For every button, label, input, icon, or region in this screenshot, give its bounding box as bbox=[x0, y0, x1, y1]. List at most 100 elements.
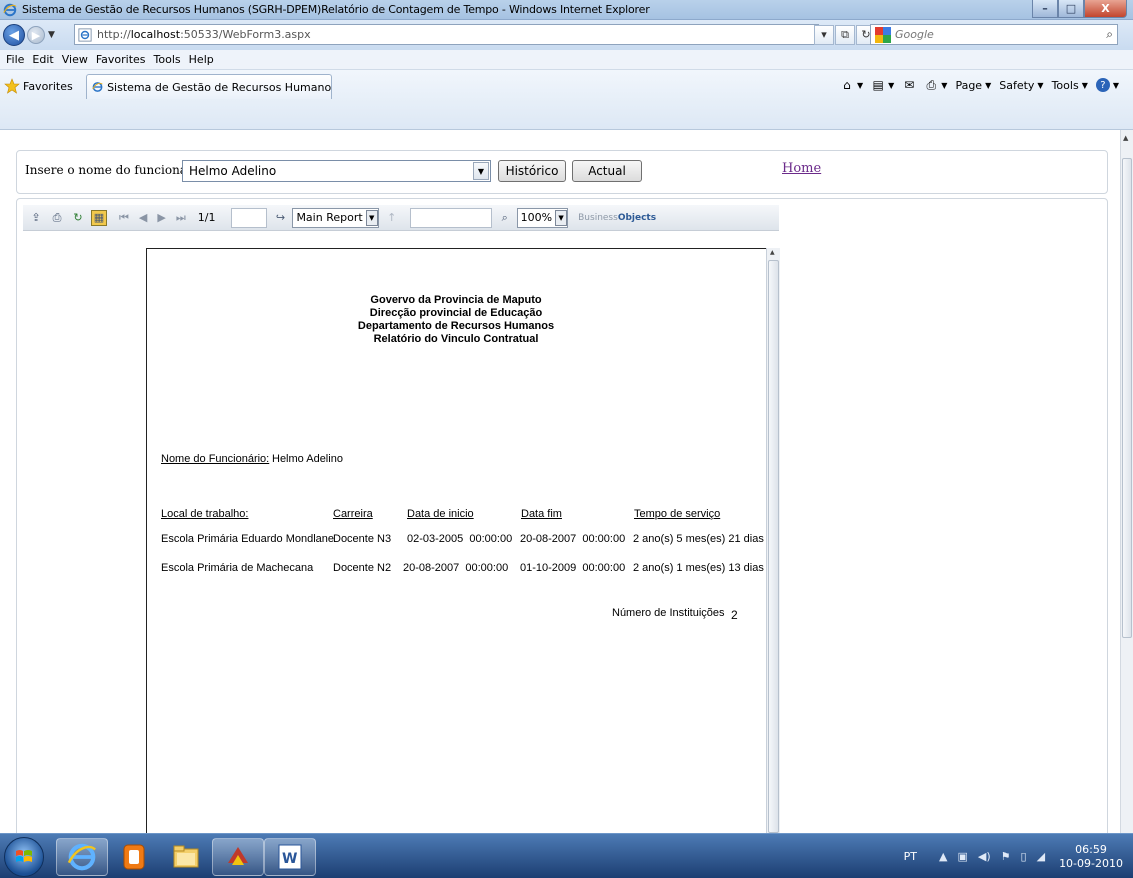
menu-help[interactable]: Help bbox=[189, 53, 214, 66]
institutions-count: 2 bbox=[731, 608, 738, 622]
home-icon: ⌂ bbox=[843, 78, 851, 92]
home-link[interactable]: Home bbox=[782, 161, 821, 176]
go-to-page-icon[interactable]: ↪ bbox=[272, 210, 288, 226]
ie-icon bbox=[3, 3, 17, 16]
show-hidden-icons-icon[interactable]: ▲ bbox=[939, 850, 947, 863]
table-cell: 20-08-2007 00:00:00 bbox=[520, 533, 626, 545]
employee-name-label: Nome do Funcionário: bbox=[161, 453, 270, 465]
volume-icon[interactable]: ◀) bbox=[978, 850, 991, 863]
minimize-button[interactable]: – bbox=[1032, 0, 1058, 18]
scroll-up-icon[interactable]: ▲ bbox=[770, 249, 775, 256]
search-box[interactable]: Google ⌕ bbox=[870, 24, 1118, 45]
window-controls: – □ X bbox=[1032, 0, 1127, 18]
taskbar-media-player[interactable] bbox=[108, 838, 160, 876]
table-cell: 20-08-2007 00:00:00 bbox=[403, 562, 509, 574]
favorites-bar: Favorites Sistema de Gestão de Recursos … bbox=[0, 70, 1133, 130]
taskbar-visual-studio[interactable] bbox=[212, 838, 264, 876]
actual-button[interactable]: Actual bbox=[572, 160, 642, 182]
network-icon[interactable]: ▣ bbox=[957, 850, 967, 863]
clock-date: 10-09-2010 bbox=[1059, 856, 1123, 870]
print-command[interactable]: ⎙ ▼ bbox=[924, 78, 947, 92]
language-indicator[interactable]: PT bbox=[904, 850, 917, 863]
scrollbar-thumb[interactable] bbox=[1122, 158, 1132, 638]
home-command[interactable]: ⌂ ▼ bbox=[840, 78, 863, 92]
taskbar-ie[interactable] bbox=[56, 838, 108, 876]
export-icon[interactable]: ⇪ bbox=[28, 210, 44, 226]
back-button[interactable]: ◀ bbox=[3, 24, 25, 46]
column-header-data-fim: Data fim bbox=[521, 508, 562, 520]
close-window-button[interactable]: X bbox=[1084, 0, 1127, 18]
column-header-tempo-servico: Tempo de serviço bbox=[634, 508, 721, 520]
group-tree-icon[interactable]: ▦ bbox=[91, 209, 107, 226]
svg-text:W: W bbox=[282, 851, 297, 867]
address-bar[interactable]: http://localhost:50533/WebForm3.aspx bbox=[74, 24, 819, 45]
ie-icon bbox=[67, 843, 96, 871]
table-cell: Docente N2 bbox=[333, 562, 392, 574]
menu-view[interactable]: View bbox=[62, 53, 88, 66]
menu-bar: File Edit View Favorites Tools Help bbox=[0, 50, 1133, 70]
menu-favorites[interactable]: Favorites bbox=[96, 53, 146, 66]
business-objects-logo: BusinessObjects bbox=[578, 212, 657, 223]
chevron-down-icon[interactable]: ▼ bbox=[555, 209, 568, 226]
clock[interactable]: 06:59 10-09-2010 bbox=[1059, 843, 1123, 871]
tab-active[interactable]: Sistema de Gestão de Recursos Humanos (S… bbox=[86, 74, 332, 99]
go-to-page-input[interactable] bbox=[231, 207, 268, 228]
find-icon[interactable]: ⌕ bbox=[497, 210, 513, 226]
table-cell: 2 ano(s) 5 mes(es) 21 dias bbox=[633, 533, 764, 545]
start-button[interactable] bbox=[4, 837, 44, 877]
windows-logo-icon bbox=[16, 850, 32, 862]
report-scrollbar-thumb[interactable] bbox=[768, 260, 779, 833]
menu-tools[interactable]: Tools bbox=[154, 53, 181, 66]
feeds-command[interactable]: ▤ ▼ bbox=[871, 78, 894, 92]
address-dropdown-icon[interactable]: ▾ bbox=[814, 24, 834, 45]
search-placeholder: Google bbox=[895, 28, 934, 41]
recent-pages-dropdown-icon[interactable]: ▼ bbox=[48, 30, 55, 40]
report-search-input[interactable] bbox=[409, 207, 492, 228]
page-navigation-icons[interactable]: ⏮◀▶⏭ bbox=[119, 211, 196, 225]
tools-menu[interactable]: Tools ▼ bbox=[1052, 79, 1088, 92]
search-icon[interactable]: ⌕ bbox=[1106, 27, 1113, 42]
battery-icon[interactable]: ▯ bbox=[1021, 850, 1027, 863]
employee-select[interactable]: Helmo Adelino ▼ bbox=[182, 160, 491, 182]
window-title: Sistema de Gestão de Recursos Humanos (S… bbox=[22, 3, 650, 16]
page-scrollbar[interactable]: ▲ bbox=[1120, 130, 1133, 833]
media-player-icon bbox=[123, 844, 145, 870]
maximize-button[interactable]: □ bbox=[1058, 0, 1084, 18]
tab-label: Sistema de Gestão de Recursos Humanos (S… bbox=[107, 80, 331, 94]
page-menu[interactable]: Page ▼ bbox=[955, 79, 991, 92]
mail-command[interactable]: ✉ bbox=[902, 78, 916, 92]
print-report-icon[interactable]: ⎙ bbox=[49, 210, 65, 226]
page-indicator: 1/1 bbox=[197, 211, 216, 224]
report-header-line: Departamento de Recursos Humanos bbox=[357, 320, 555, 332]
menu-file[interactable]: File bbox=[6, 53, 24, 66]
taskbar-word[interactable]: W bbox=[264, 838, 316, 876]
menu-edit[interactable]: Edit bbox=[32, 53, 53, 66]
favorites-button[interactable]: Favorites bbox=[4, 78, 73, 94]
column-header-carreira: Carreira bbox=[333, 508, 373, 520]
report-scrollbar[interactable]: ▲ bbox=[766, 248, 780, 833]
compatibility-view-icon[interactable]: ⧉ bbox=[835, 24, 855, 45]
table-cell: 01-10-2009 00:00:00 bbox=[520, 562, 626, 574]
favorites-label: Favorites bbox=[23, 79, 73, 93]
address-url[interactable]: http://localhost:50533/WebForm3.aspx bbox=[97, 28, 311, 41]
refresh-report-icon[interactable]: ↻ bbox=[70, 210, 86, 226]
zoom-select[interactable]: 100% ▼ bbox=[516, 207, 569, 228]
command-bar: ⌂ ▼ ▤ ▼ ✉ ⎙ ▼ Page ▼ Safety ▼ Tools ▼ ? ▼ bbox=[832, 78, 1119, 92]
chevron-down-icon[interactable]: ▼ bbox=[365, 209, 378, 226]
employee-name-value: Helmo Adelino bbox=[272, 453, 343, 465]
forward-button[interactable]: ▶ bbox=[27, 26, 45, 44]
chevron-down-icon[interactable]: ▼ bbox=[473, 162, 489, 180]
table-cell: Docente N3 bbox=[333, 533, 392, 545]
taskbar-explorer[interactable] bbox=[160, 838, 212, 876]
historico-button[interactable]: Histórico bbox=[498, 160, 566, 182]
scroll-up-icon[interactable]: ▲ bbox=[1123, 134, 1128, 142]
drill-up-icon[interactable]: ↑ bbox=[384, 210, 400, 226]
report-header-line: Govervo da Provincia de Maputo bbox=[370, 294, 542, 306]
action-center-flag-icon[interactable]: ⚑ bbox=[1001, 850, 1011, 863]
signal-icon[interactable]: ◢ bbox=[1037, 850, 1045, 863]
word-icon: W bbox=[278, 844, 302, 870]
help-command[interactable]: ? ▼ bbox=[1095, 78, 1119, 92]
safety-menu[interactable]: Safety ▼ bbox=[999, 79, 1043, 92]
report-select[interactable]: Main Report ▼ bbox=[292, 207, 379, 228]
ie-tab-icon bbox=[92, 82, 103, 92]
